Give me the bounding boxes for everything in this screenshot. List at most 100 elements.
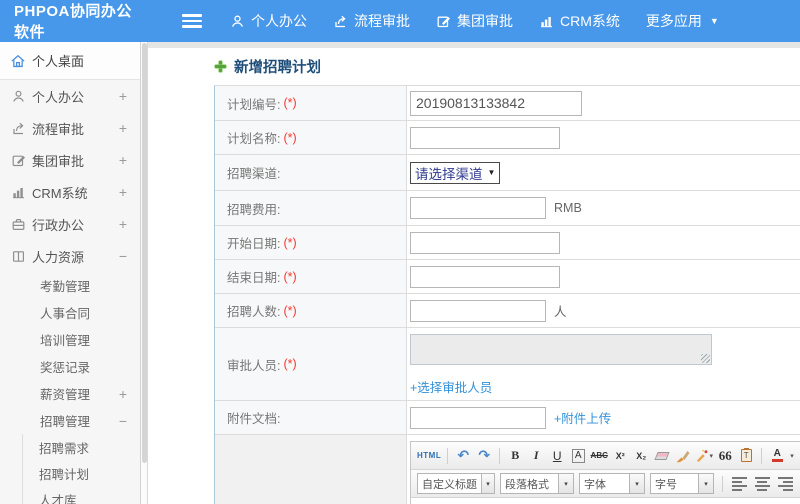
book-icon bbox=[10, 248, 26, 264]
expand-toggle[interactable]: + bbox=[119, 88, 127, 104]
sidebar-item-hr-contract[interactable]: 人事合同 bbox=[0, 299, 147, 326]
select-value: 字号 bbox=[655, 478, 677, 491]
channel-select[interactable]: 请选择渠道 ▼ bbox=[410, 161, 501, 184]
expand-toggle[interactable]: + bbox=[119, 120, 127, 136]
topnav-label: 集团审批 bbox=[457, 13, 513, 29]
approvers-textarea[interactable] bbox=[410, 334, 712, 365]
eraser-icon bbox=[654, 451, 670, 460]
sidebar-item-label: 培训管理 bbox=[40, 334, 91, 348]
topnav-label: CRM系统 bbox=[560, 13, 620, 29]
undo-icon[interactable]: ↶ bbox=[454, 446, 472, 466]
recruit-plan-form: 计划编号:(*) 计划名称:(*) 招聘渠道: 请选择渠道 ▼ bbox=[214, 85, 800, 504]
required-mark: (*) bbox=[283, 130, 297, 145]
sidebar-item-training[interactable]: 培训管理 bbox=[0, 326, 147, 353]
sidebar-item-desktop[interactable]: 个人桌面 bbox=[0, 42, 147, 80]
end-date-input[interactable] bbox=[410, 265, 560, 288]
topnav-workflow-approval[interactable]: 流程审批 bbox=[333, 11, 410, 31]
required-mark: (*) bbox=[283, 235, 297, 250]
form-row-end-date: 结束日期: (*) bbox=[215, 260, 800, 294]
sidebar-item-label: 招聘需求 bbox=[39, 441, 90, 456]
expand-toggle[interactable]: + bbox=[119, 152, 127, 168]
fee-input[interactable] bbox=[410, 197, 546, 219]
field-label: 计划编号: bbox=[227, 97, 281, 112]
attachment-input[interactable] bbox=[410, 406, 546, 429]
required-mark: (*) bbox=[283, 269, 297, 284]
sidebar-item-admin-office[interactable]: 行政办公 + bbox=[0, 208, 147, 240]
font-color-button[interactable]: A bbox=[768, 446, 786, 466]
field-label: 开始日期: bbox=[227, 237, 281, 251]
align-left-button[interactable] bbox=[731, 474, 749, 494]
blockquote-button[interactable]: 66 bbox=[716, 446, 734, 466]
plan-number-input[interactable] bbox=[410, 90, 582, 116]
superscript-button[interactable]: X² bbox=[611, 446, 629, 466]
align-right-button[interactable] bbox=[777, 474, 795, 494]
menu-toggle-icon[interactable] bbox=[182, 14, 202, 28]
expand-toggle[interactable]: + bbox=[119, 386, 127, 402]
sidebar-item-talent-pool[interactable]: 人才库 bbox=[23, 486, 147, 504]
select-value: 自定义标题 bbox=[422, 478, 477, 491]
expand-toggle[interactable]: + bbox=[119, 184, 127, 200]
select-approvers-link[interactable]: +选择审批人员 bbox=[410, 377, 492, 396]
editor-content-area[interactable] bbox=[411, 498, 800, 504]
brush-icon bbox=[677, 450, 690, 462]
sidebar-item-workflow-approval[interactable]: 流程审批 + bbox=[0, 112, 147, 144]
paragraph-format-select[interactable]: 段落格式 ▾ bbox=[500, 473, 574, 494]
underline-button[interactable]: U bbox=[548, 446, 566, 466]
sidebar-item-crm[interactable]: CRM系统 + bbox=[0, 176, 147, 208]
italic-button[interactable]: I bbox=[527, 446, 545, 466]
sidebar-item-recruitment[interactable]: 招聘管理 − bbox=[0, 407, 147, 434]
expand-toggle[interactable]: − bbox=[119, 248, 127, 264]
autotypeset-button[interactable]: ▾ bbox=[695, 446, 713, 466]
sidebar-item-recruit-plan[interactable]: 招聘计划 bbox=[23, 460, 147, 486]
toolbar-separator bbox=[722, 475, 723, 492]
sidebar-item-label: 流程审批 bbox=[32, 121, 85, 137]
sidebar-item-recruit-demand[interactable]: 招聘需求 bbox=[23, 434, 147, 460]
sidebar-item-group-approval[interactable]: 集团审批 + bbox=[0, 144, 147, 176]
sidebar-item-hr[interactable]: 人力资源 − bbox=[0, 240, 147, 272]
briefcase-icon bbox=[10, 216, 26, 232]
expand-toggle[interactable]: + bbox=[119, 216, 127, 232]
strikethrough-button[interactable]: ABC bbox=[590, 446, 608, 466]
topnav-group-approval[interactable]: 集团审批 bbox=[436, 11, 513, 31]
topnav-crm[interactable]: CRM系统 bbox=[539, 11, 620, 31]
topnav-personal-office[interactable]: 个人办公 bbox=[230, 11, 307, 31]
topnav-label: 流程审批 bbox=[354, 13, 410, 29]
editor-row-label bbox=[215, 435, 407, 504]
font-family-select[interactable]: 字体 ▾ bbox=[579, 473, 645, 494]
align-left-icon bbox=[731, 476, 749, 491]
expand-toggle[interactable]: − bbox=[119, 413, 127, 429]
headcount-input[interactable] bbox=[410, 299, 546, 322]
form-row-attachment: 附件文档: +附件上传 bbox=[215, 401, 800, 435]
source-code-button[interactable]: HTML bbox=[417, 446, 441, 466]
font-border-button[interactable]: A bbox=[571, 448, 585, 463]
person-icon bbox=[10, 88, 26, 104]
sidebar-item-label: 人力资源 bbox=[32, 249, 85, 265]
custom-title-select[interactable]: 自定义标题 ▾ bbox=[417, 473, 495, 494]
edit-pencil-icon bbox=[436, 14, 451, 29]
sidebar-scrollbar[interactable] bbox=[140, 42, 147, 504]
select-value: 请选择渠道 bbox=[415, 166, 483, 182]
redo-icon[interactable]: ↷ bbox=[475, 446, 493, 466]
sidebar-item-rewards[interactable]: 奖惩记录 bbox=[0, 353, 147, 380]
resize-handle[interactable] bbox=[701, 354, 710, 363]
bold-button[interactable]: B bbox=[506, 446, 524, 466]
scrollbar-thumb[interactable] bbox=[141, 43, 147, 463]
rich-text-editor: HTML ↶ ↷ B I U A ABC X² X₂ ▾ 66 T A ▾ 自定… bbox=[410, 441, 800, 504]
format-painter-button[interactable] bbox=[674, 446, 692, 466]
plan-name-input[interactable] bbox=[410, 126, 560, 149]
sidebar-item-personal-office[interactable]: 个人办公 + bbox=[0, 80, 147, 112]
app-logo[interactable]: PHPOA协同办公软件 bbox=[0, 0, 160, 42]
remove-format-button[interactable] bbox=[653, 446, 671, 466]
paste-plain-button[interactable]: T bbox=[737, 446, 755, 466]
sidebar-item-label: 行政办公 bbox=[32, 217, 85, 233]
subscript-button[interactable]: X₂ bbox=[632, 446, 650, 466]
attachment-upload-link[interactable]: +附件上传 bbox=[554, 408, 611, 427]
field-label: 计划名称: bbox=[227, 132, 281, 146]
topnav-more-apps[interactable]: 更多应用 ▼ bbox=[646, 11, 719, 31]
sidebar-item-salary[interactable]: 薪资管理 + bbox=[0, 380, 147, 407]
magic-pen-icon bbox=[697, 449, 708, 462]
start-date-input[interactable] bbox=[410, 231, 560, 254]
font-size-select[interactable]: 字号 ▾ bbox=[650, 473, 714, 494]
align-center-button[interactable] bbox=[754, 474, 772, 494]
sidebar-item-attendance[interactable]: 考勤管理 bbox=[0, 272, 147, 299]
